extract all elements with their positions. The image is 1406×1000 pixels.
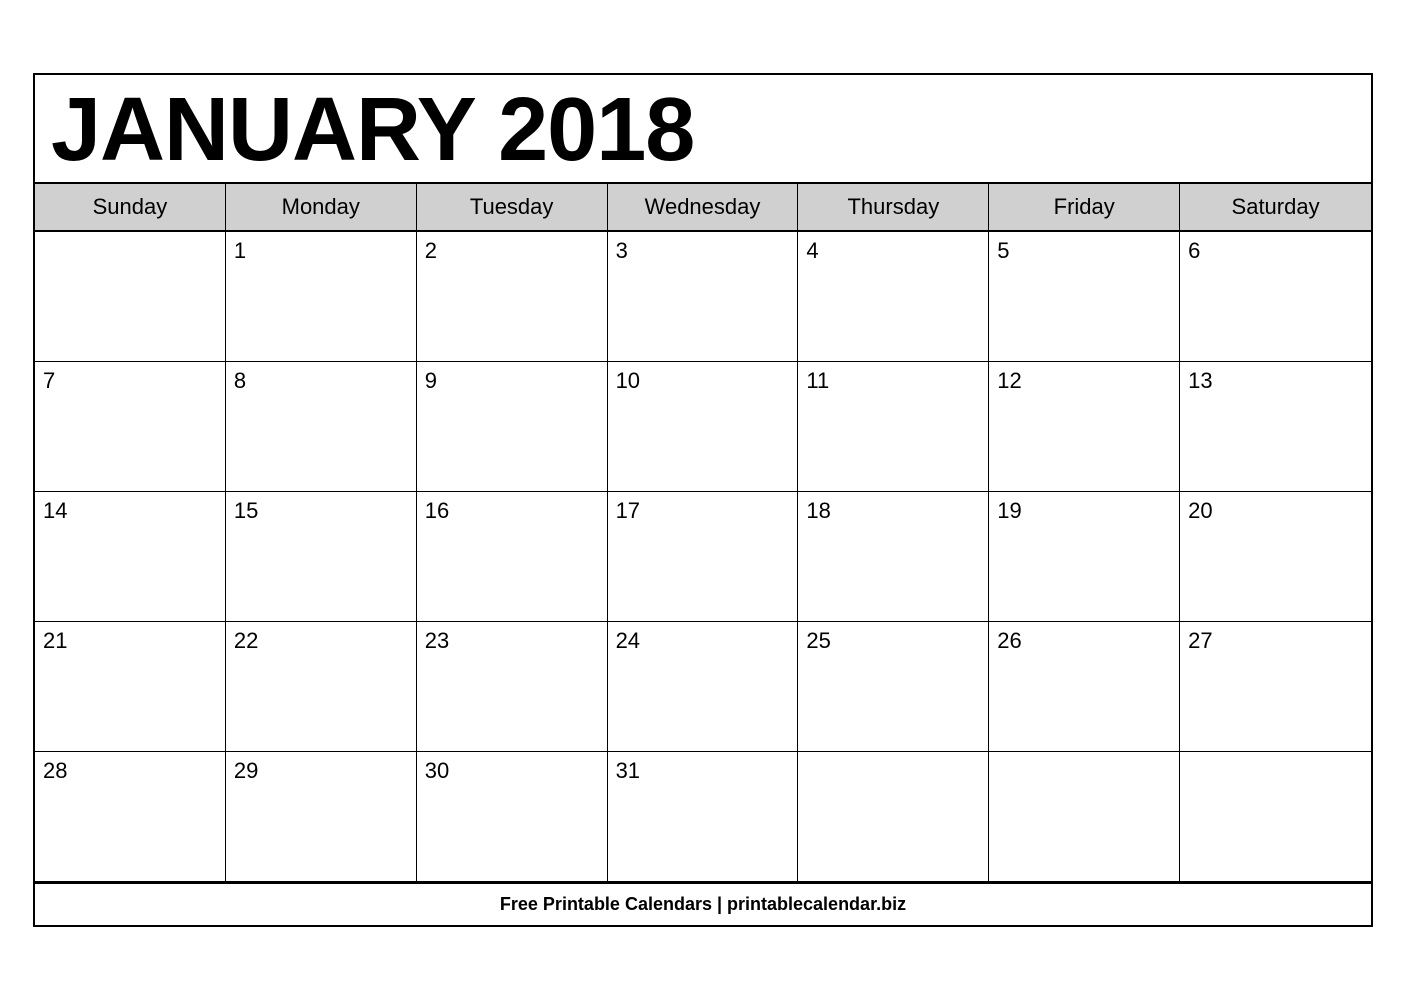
day-number: 13 (1188, 368, 1212, 393)
day-number: 4 (806, 238, 818, 263)
day-cell: 19 (989, 492, 1180, 622)
day-cell: 31 (608, 752, 799, 882)
day-number: 17 (616, 498, 640, 523)
day-number: 18 (806, 498, 830, 523)
day-cell: 23 (417, 622, 608, 752)
day-number: 19 (997, 498, 1021, 523)
day-cell: 22 (226, 622, 417, 752)
day-number: 24 (616, 628, 640, 653)
day-cell: 13 (1180, 362, 1371, 492)
day-cell: 7 (35, 362, 226, 492)
calendar-container: JANUARY 2018 SundayMondayTuesdayWednesda… (33, 73, 1373, 927)
day-cell: 6 (1180, 232, 1371, 362)
day-number: 5 (997, 238, 1009, 263)
day-cell: 20 (1180, 492, 1371, 622)
day-number: 22 (234, 628, 258, 653)
day-number: 12 (997, 368, 1021, 393)
day-number: 2 (425, 238, 437, 263)
day-header-wednesday: Wednesday (608, 184, 799, 230)
day-number: 21 (43, 628, 67, 653)
calendar-grid: 1234567891011121314151617181920212223242… (35, 232, 1371, 882)
day-number: 25 (806, 628, 830, 653)
day-number: 6 (1188, 238, 1200, 263)
day-cell: 12 (989, 362, 1180, 492)
day-cell (35, 232, 226, 362)
day-number: 31 (616, 758, 640, 783)
day-cell (798, 752, 989, 882)
day-cell: 17 (608, 492, 799, 622)
day-cell: 14 (35, 492, 226, 622)
day-number: 29 (234, 758, 258, 783)
day-cell: 25 (798, 622, 989, 752)
day-cell: 24 (608, 622, 799, 752)
calendar-title: JANUARY 2018 (35, 75, 1371, 184)
day-number: 1 (234, 238, 246, 263)
day-cell: 8 (226, 362, 417, 492)
day-cell: 10 (608, 362, 799, 492)
day-header-saturday: Saturday (1180, 184, 1371, 230)
day-cell: 30 (417, 752, 608, 882)
day-number: 7 (43, 368, 55, 393)
day-cell: 27 (1180, 622, 1371, 752)
day-header-friday: Friday (989, 184, 1180, 230)
day-header-tuesday: Tuesday (417, 184, 608, 230)
day-number: 28 (43, 758, 67, 783)
day-cell: 9 (417, 362, 608, 492)
day-cell: 16 (417, 492, 608, 622)
day-cell: 18 (798, 492, 989, 622)
day-number: 26 (997, 628, 1021, 653)
day-cell: 11 (798, 362, 989, 492)
day-cell (989, 752, 1180, 882)
day-cell: 28 (35, 752, 226, 882)
day-number: 15 (234, 498, 258, 523)
day-cell: 26 (989, 622, 1180, 752)
day-number: 14 (43, 498, 67, 523)
day-cell: 5 (989, 232, 1180, 362)
day-cell: 29 (226, 752, 417, 882)
day-header-thursday: Thursday (798, 184, 989, 230)
day-cell (1180, 752, 1371, 882)
day-number: 10 (616, 368, 640, 393)
day-number: 16 (425, 498, 449, 523)
day-cell: 4 (798, 232, 989, 362)
day-number: 20 (1188, 498, 1212, 523)
day-number: 30 (425, 758, 449, 783)
day-number: 27 (1188, 628, 1212, 653)
day-number: 3 (616, 238, 628, 263)
calendar-header: SundayMondayTuesdayWednesdayThursdayFrid… (35, 184, 1371, 232)
day-number: 11 (806, 368, 829, 393)
day-header-monday: Monday (226, 184, 417, 230)
day-number: 23 (425, 628, 449, 653)
day-cell: 3 (608, 232, 799, 362)
day-number: 8 (234, 368, 246, 393)
day-cell: 2 (417, 232, 608, 362)
day-cell: 21 (35, 622, 226, 752)
day-number: 9 (425, 368, 437, 393)
day-header-sunday: Sunday (35, 184, 226, 230)
day-cell: 1 (226, 232, 417, 362)
calendar-footer: Free Printable Calendars | printablecale… (35, 882, 1371, 925)
day-cell: 15 (226, 492, 417, 622)
